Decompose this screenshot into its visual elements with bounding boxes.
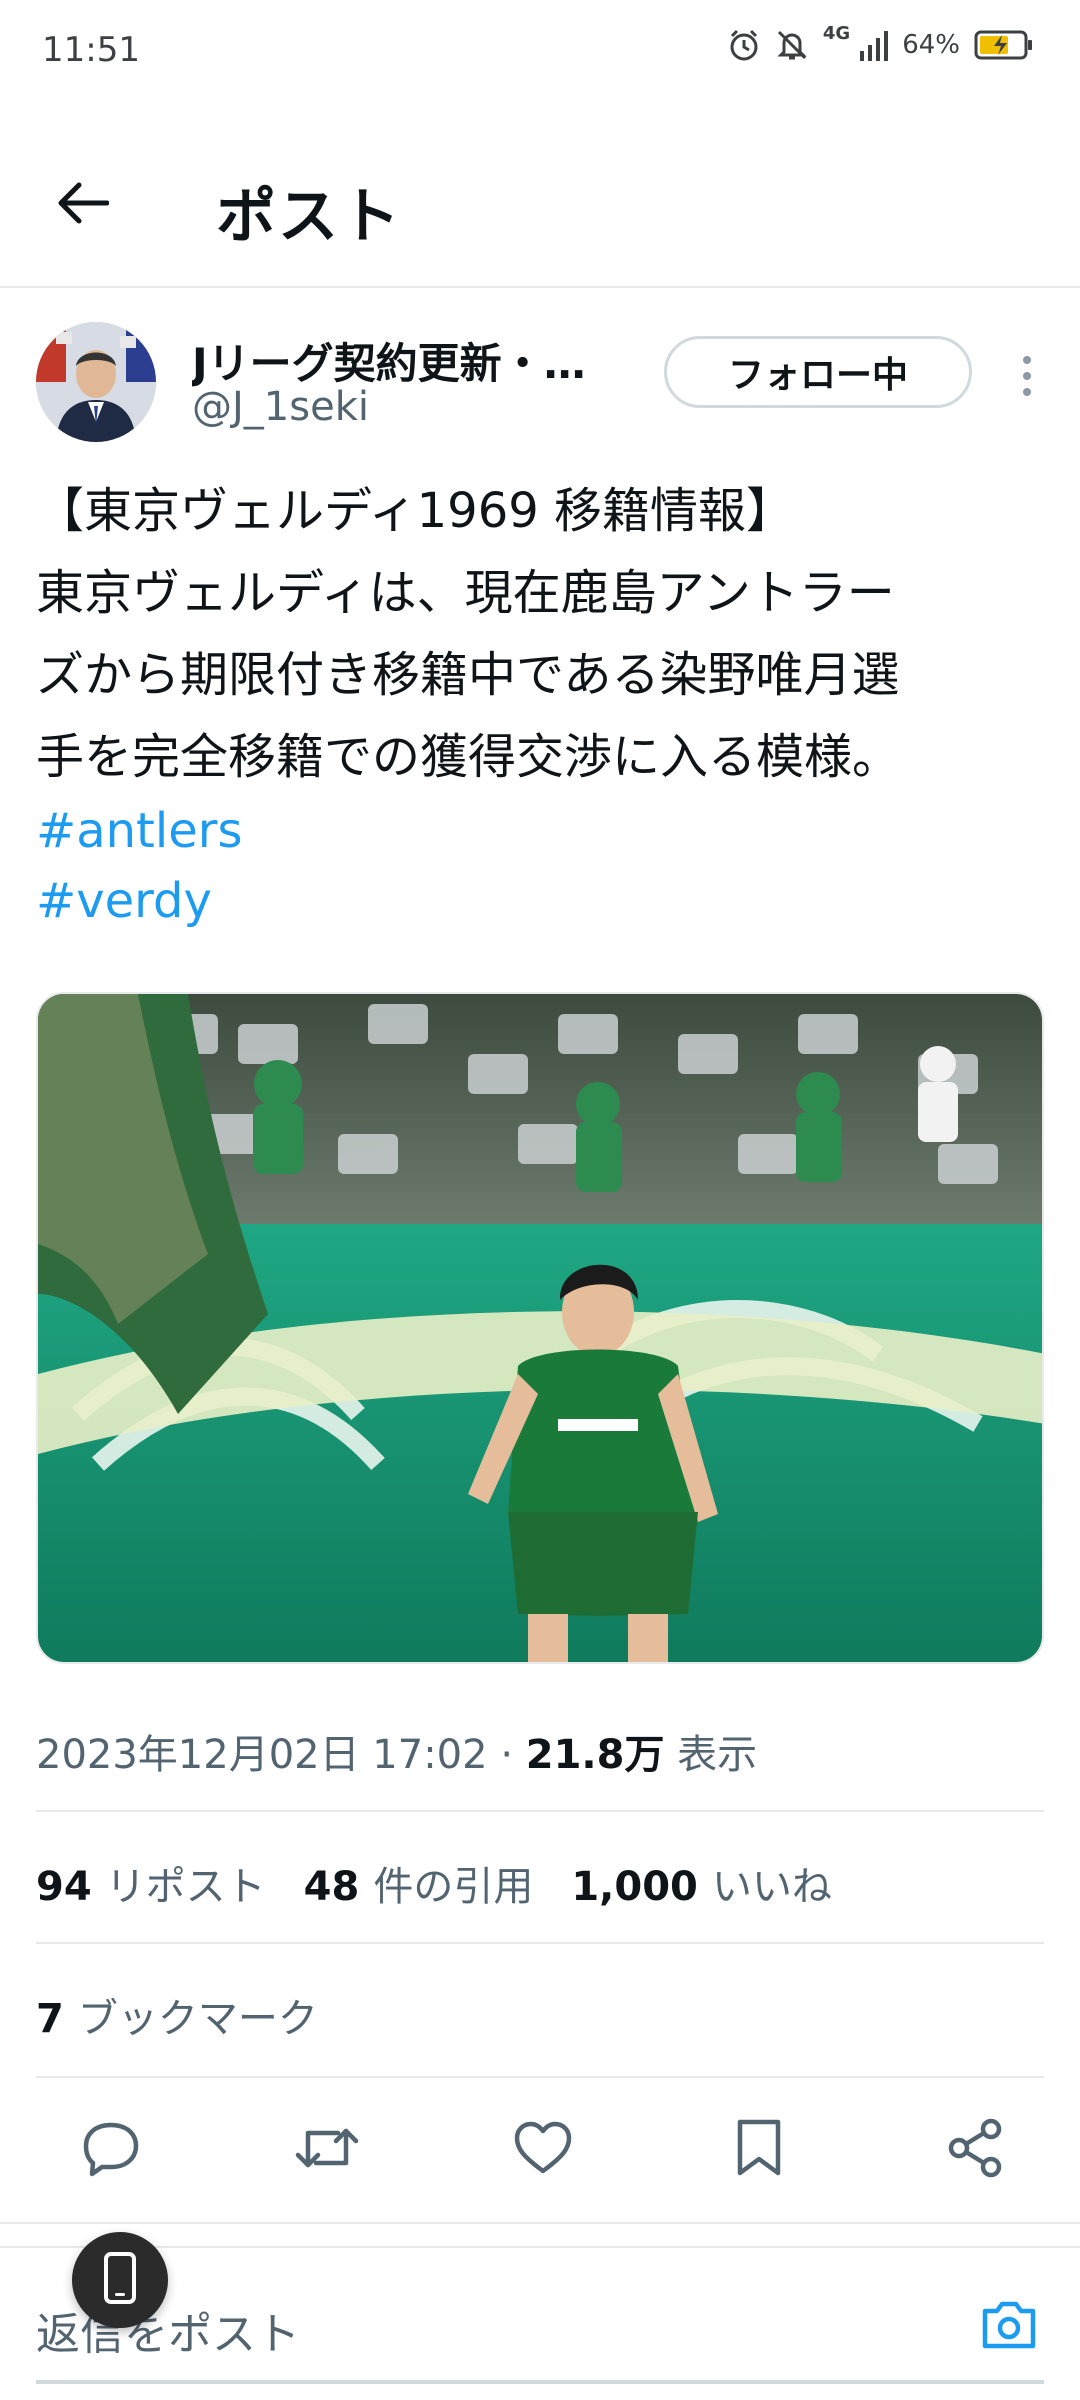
more-dot [1023, 388, 1031, 396]
meta-separator: · [500, 1732, 514, 1778]
views-count: 21.8万 [525, 1732, 665, 1778]
author-display-name[interactable]: Jリーグ契約更新・… [192, 330, 622, 391]
reply-icon [80, 2117, 142, 2183]
phone-icon [102, 2251, 138, 2309]
tweet-timestamp-row: 2023年12月02日 17:02 · 21.8万 表示 [36, 1722, 757, 1780]
tweet-text-line: 東京ヴェルディは、現在鹿島アントラー [36, 565, 895, 621]
alarm-icon [727, 28, 761, 62]
tweet-text-line: ズから期限付き移籍中である染野唯月選 [36, 647, 900, 703]
tweet-text-line: 手を完全移籍での獲得交渉に入る模様。 [36, 729, 901, 785]
more-vertical-icon [1023, 356, 1031, 364]
status-bar: 11:51 4G 64% [0, 0, 1080, 100]
bookmark-button[interactable] [724, 2110, 794, 2190]
camera-icon [979, 2299, 1039, 2355]
battery-charging-icon [974, 29, 1034, 61]
repost-button[interactable] [292, 2110, 362, 2190]
avatar[interactable] [36, 322, 156, 442]
hashtag-link[interactable]: #verdy [36, 866, 242, 936]
likes-label: いいね [711, 1864, 832, 1910]
reposts-count: 94 [36, 1864, 92, 1910]
divider [0, 2222, 1080, 2224]
reply-button[interactable] [76, 2110, 146, 2190]
reply-input[interactable]: 返信をポスト [36, 2298, 300, 2362]
author-handle[interactable]: @J_1seki [192, 384, 369, 430]
tweet-action-bar [36, 2110, 1044, 2196]
signal-icon [858, 29, 889, 61]
bookmarks-count: 7 [36, 1996, 64, 2042]
header-divider [0, 286, 1080, 288]
divider [36, 2076, 1044, 2078]
reposts-stat[interactable]: 94 リポスト [36, 1854, 266, 1912]
bookmarks-stat[interactable]: 7 ブックマーク [36, 1986, 318, 2044]
quotes-stat[interactable]: 48 件の引用 [304, 1854, 534, 1912]
divider [36, 1810, 1044, 1812]
like-button[interactable] [508, 2110, 578, 2190]
share-icon [945, 2117, 1005, 2183]
share-button[interactable] [940, 2110, 1010, 2190]
more-dot [1023, 372, 1031, 380]
quotes-count: 48 [303, 1864, 360, 1910]
reply-input-underline [36, 2380, 1044, 2384]
back-button[interactable] [48, 170, 118, 240]
bell-off-icon [775, 28, 809, 62]
page-title: ポスト [216, 182, 402, 252]
tweet-text-line: 【東京ヴェルディ1969 移籍情報】 [36, 483, 795, 539]
camera-button[interactable] [974, 2292, 1044, 2362]
arrow-left-icon [57, 181, 110, 229]
floating-device-button[interactable] [72, 2232, 168, 2328]
hashtag-link[interactable]: #antlers [36, 796, 242, 866]
repost-icon [294, 2117, 360, 2183]
tweet-photo[interactable] [36, 992, 1044, 1664]
tweet-timestamp[interactable]: 2023年12月02日 17:02 [36, 1732, 488, 1778]
battery-percent: 64% [902, 30, 960, 60]
top-app-bar: ポスト [0, 130, 1080, 280]
tweet-text: 【東京ヴェルディ1969 移籍情報】 東京ヴェルディは、現在鹿島アントラー ズか… [36, 470, 1046, 798]
views-label: 表示 [677, 1732, 758, 1778]
likes-stat[interactable]: 1,000 いいね [571, 1854, 832, 1912]
reposts-label: リポスト [105, 1864, 266, 1910]
author-row: Jリーグ契約更新・… @J_1seki フォロー中 [36, 322, 1046, 452]
engagement-stats: 94 リポスト 48 件の引用 1,000 いいね [36, 1854, 832, 1912]
quotes-label: 件の引用 [373, 1864, 534, 1910]
likes-count: 1,000 [571, 1864, 698, 1910]
network-label: 4G [822, 22, 851, 44]
like-icon [512, 2119, 574, 2181]
bookmark-icon [734, 2117, 784, 2183]
divider [36, 1942, 1044, 1944]
status-icons: 4G 64% [727, 23, 1034, 62]
following-button[interactable]: フォロー中 [664, 336, 972, 408]
hashtag-list: #antlers #verdy [36, 796, 242, 936]
bookmarks-label: ブックマーク [77, 1996, 318, 2042]
more-options-button[interactable] [1012, 346, 1042, 406]
status-time: 11:51 [42, 30, 140, 70]
